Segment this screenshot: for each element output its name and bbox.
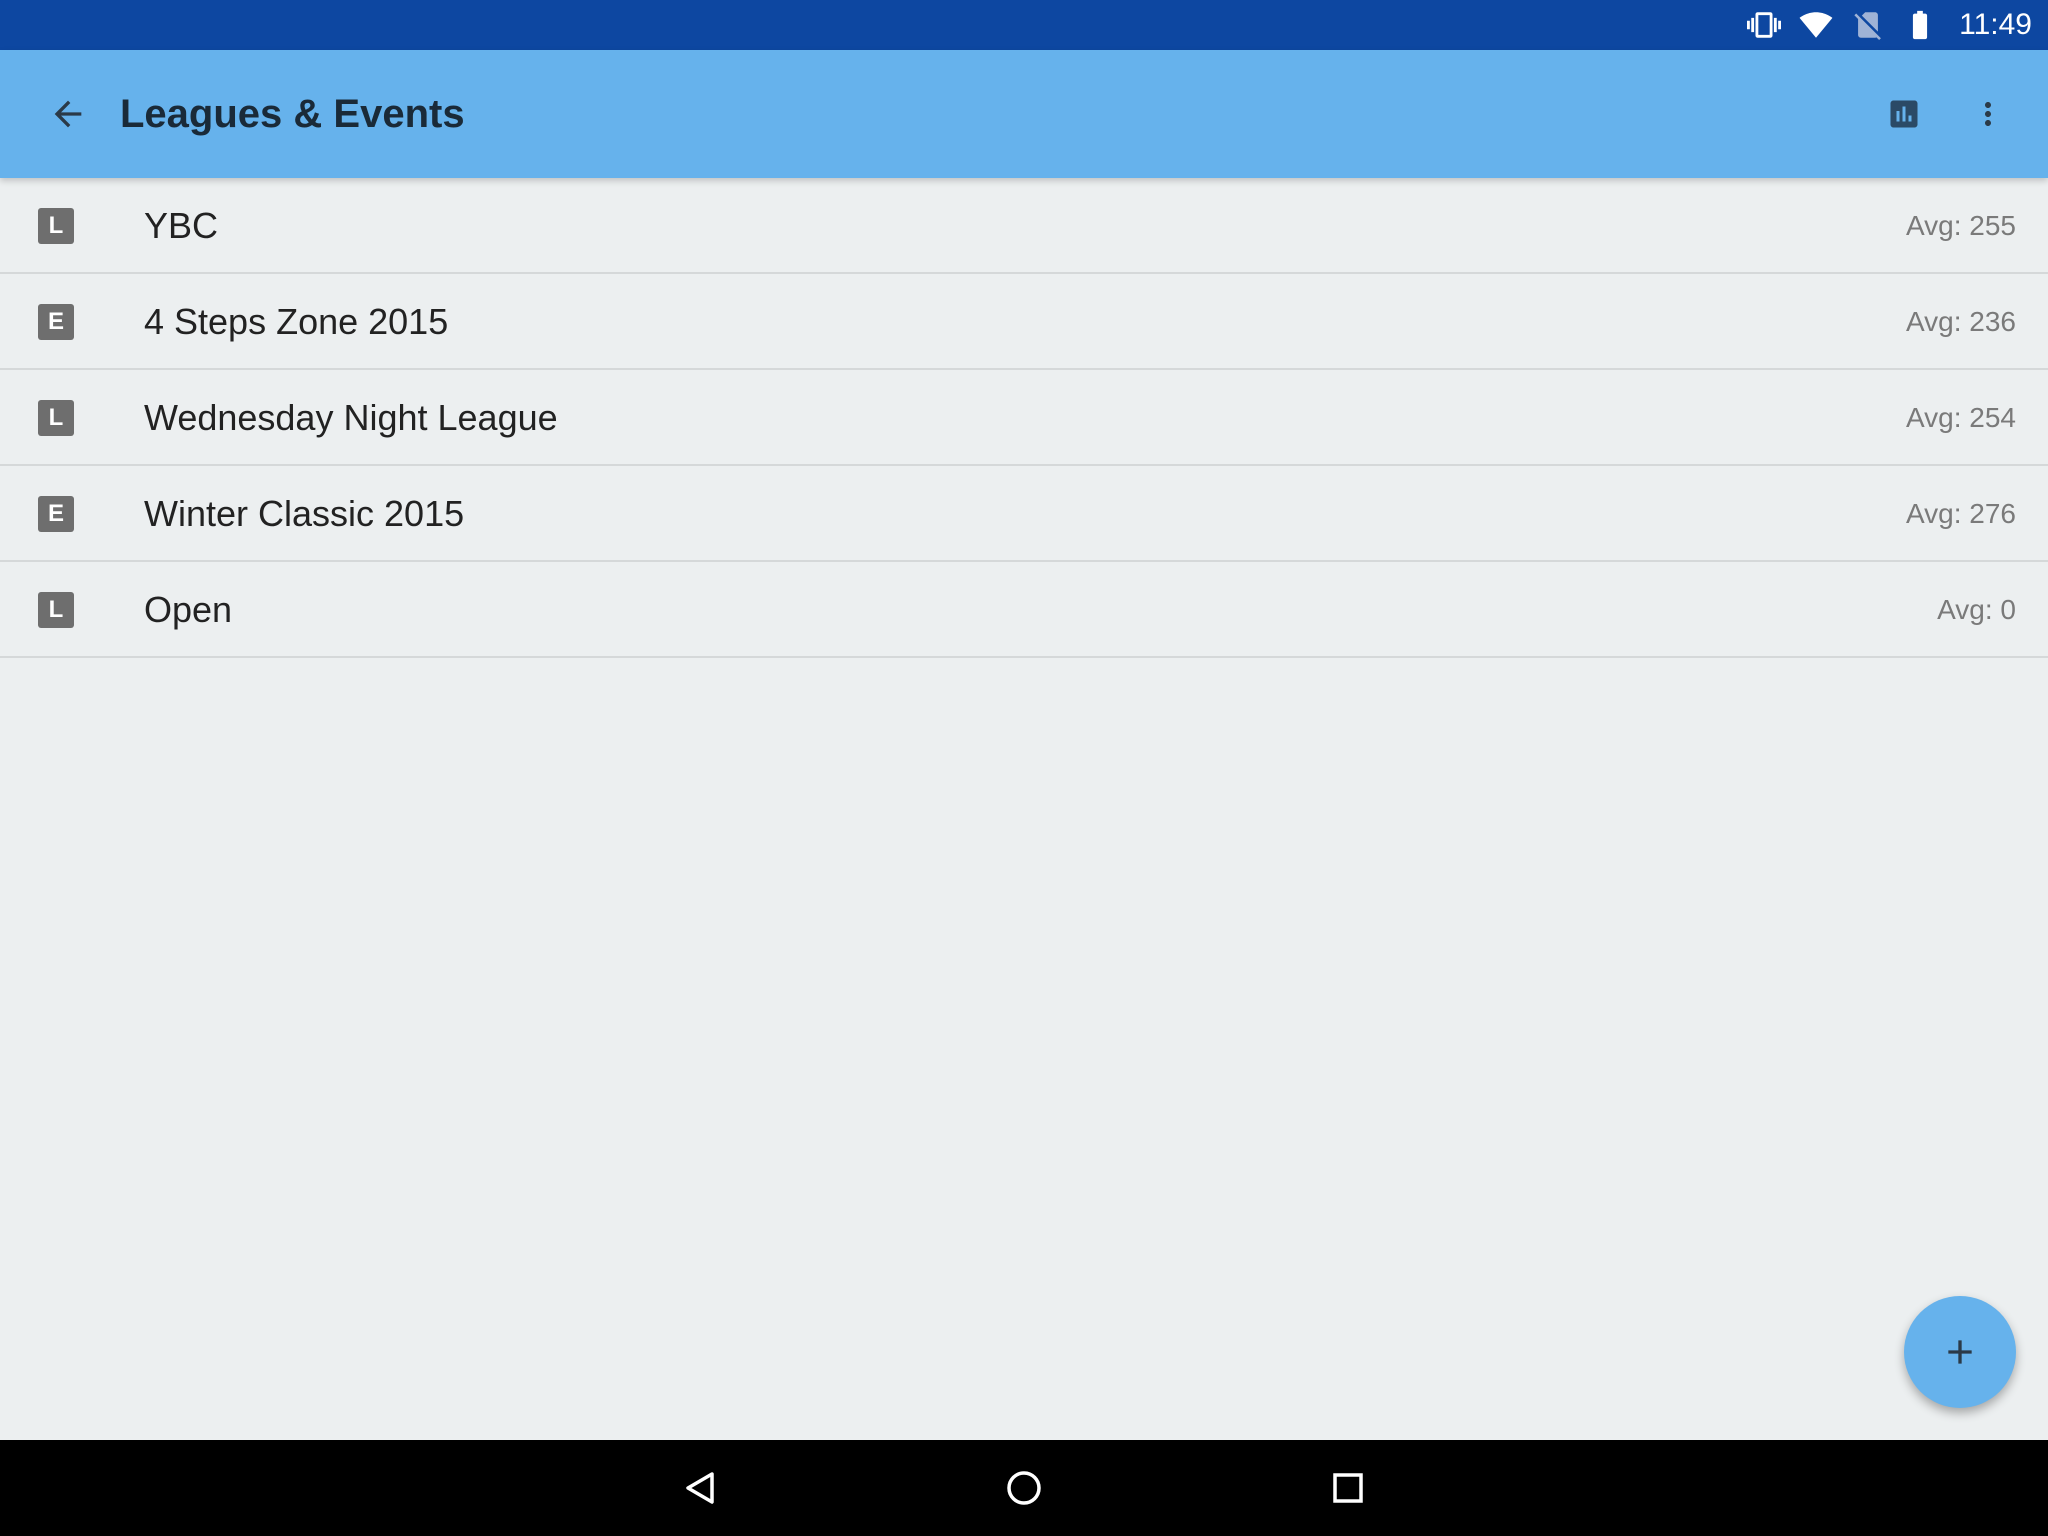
- stats-icon: [1890, 100, 1918, 128]
- app-bar: Leagues & Events: [0, 50, 2048, 178]
- system-nav-bar: [0, 1440, 2048, 1536]
- list-item[interactable]: L Open Avg: 0: [0, 562, 2048, 658]
- list-item-name: Winter Classic 2015: [144, 493, 465, 534]
- list-item-name: Open: [144, 589, 233, 630]
- list-item-average: Avg: 0: [1937, 594, 2016, 625]
- list-item[interactable]: L Wednesday Night League Avg: 254: [0, 370, 2048, 466]
- add-icon: [1948, 1340, 1972, 1364]
- list-item-average: Avg: 276: [1905, 498, 2016, 529]
- event-badge-icon: E: [38, 496, 74, 532]
- list-item-name: YBC: [144, 205, 219, 246]
- list-item[interactable]: E 4 Steps Zone 2015 Avg: 236: [0, 274, 2048, 370]
- more-options-button[interactable]: [1956, 86, 2020, 142]
- list-item[interactable]: L YBC Avg: 255: [0, 178, 2048, 274]
- add-button[interactable]: [1904, 1296, 2016, 1408]
- nav-recents-button[interactable]: [1320, 1460, 1376, 1516]
- stats-button[interactable]: [1872, 90, 1936, 138]
- page-title: Leagues & Events: [120, 92, 465, 136]
- vibrate-icon: [1747, 8, 1782, 42]
- league-badge-icon: L: [38, 400, 74, 436]
- nav-home-button[interactable]: [996, 1460, 1052, 1516]
- recents-square-icon: [1333, 1473, 1363, 1503]
- list-item-average: Avg: 236: [1905, 306, 2016, 337]
- home-circle-icon: [1007, 1471, 1041, 1505]
- event-badge-icon: E: [38, 304, 74, 340]
- status-time: 11:49: [1959, 8, 2032, 41]
- arrow-back-icon: [54, 100, 82, 128]
- wifi-icon: [1799, 8, 1833, 42]
- list-item-name: 4 Steps Zone 2015: [144, 301, 449, 342]
- list-item-name: Wednesday Night League: [144, 397, 558, 438]
- back-button[interactable]: [36, 82, 100, 146]
- more-vert-icon: [1985, 102, 1991, 126]
- list-item-average: Avg: 254: [1905, 402, 2016, 433]
- nav-back-button[interactable]: [672, 1460, 728, 1516]
- league-badge-icon: L: [38, 592, 74, 628]
- status-bar: 11:49: [0, 0, 2048, 50]
- league-badge-icon: L: [38, 208, 74, 244]
- no-sim-icon: [1851, 8, 1885, 42]
- list-item[interactable]: E Winter Classic 2015 Avg: 276: [0, 466, 2048, 562]
- list-item-average: Avg: 255: [1905, 210, 2016, 241]
- battery-icon: [1903, 8, 1937, 42]
- back-triangle-icon: [686, 1472, 714, 1504]
- leagues-events-list: L YBC Avg: 255 E 4 Steps Zone 2015 Avg: …: [0, 178, 2048, 658]
